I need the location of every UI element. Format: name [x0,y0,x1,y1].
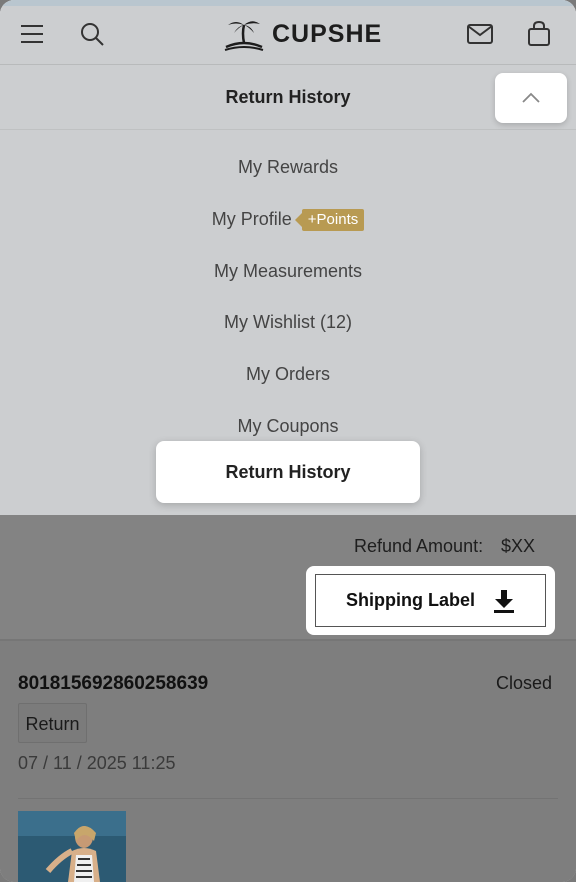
product-thumbnail[interactable] [18,811,126,882]
palm-tree-icon [224,21,264,51]
top-strip [0,0,576,6]
menu-item-my-measurements[interactable]: My Measurements [0,256,576,286]
order-separator [18,798,558,799]
menu-item-return-history[interactable]: Return History [156,441,420,503]
panel-title[interactable]: Return History [0,65,576,130]
refund-amount-value: $XX [501,536,536,556]
download-icon [494,589,514,613]
menu-item-my-wishlist[interactable]: My Wishlist (12) [0,307,576,337]
menu-item-label: My Wishlist (12) [223,312,352,332]
mail-icon[interactable] [466,20,494,48]
points-badge: +Points [294,209,365,232]
collapse-button[interactable] [495,73,567,123]
page-content-overlay: Refund Amount: $XX Shipping Label 801815… [0,515,576,882]
chevron-up-icon [522,92,540,103]
menu-item-my-orders[interactable]: My Orders [0,359,576,389]
refund-amount-label: Refund Amount: [354,536,484,556]
shipping-label-button[interactable]: Shipping Label [315,574,546,627]
shipping-label-text: Shipping Label [346,590,475,610]
return-order-card[interactable]: 801815692860258639 Closed Return 07 / 11… [0,641,576,882]
account-menu-panel: Return History My Rewards My Profile +Poi… [0,65,576,515]
order-status: Closed [496,673,553,693]
order-type-badge: Return [18,703,87,743]
menu-item-my-coupons[interactable]: My Coupons [0,411,576,441]
logo-text: CUPSHE [272,19,383,48]
menu-item-label: My Profile [211,209,292,229]
menu-item-my-profile[interactable]: My Profile +Points [0,204,576,234]
order-date: 07 / 11 / 2025 11:25 [18,753,176,773]
menu-icon[interactable] [18,20,46,48]
menu-item-label: My Rewards [237,157,339,177]
app-frame: CUPSHE Return History My Rewards My Prof… [0,0,576,882]
menu-item-label: My Orders [245,364,330,384]
brand-logo[interactable]: CUPSHE [222,16,382,52]
menu-item-label: My Coupons [237,416,339,436]
menu-item-label: My Measurements [213,261,363,281]
top-header: CUPSHE [0,0,576,65]
bag-icon[interactable] [525,20,553,48]
search-icon[interactable] [78,20,106,48]
shipping-label-highlight: Shipping Label [306,566,555,635]
menu-item-my-rewards[interactable]: My Rewards [0,152,576,182]
order-number: 801815692860258639 [18,673,209,694]
